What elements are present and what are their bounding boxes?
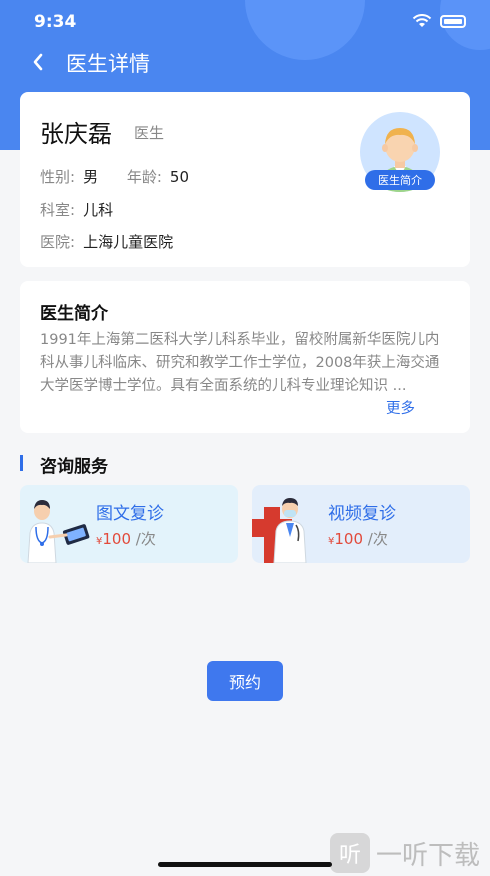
more-link[interactable]: 更多 <box>386 397 415 418</box>
service-name: 图文复诊 <box>96 504 164 524</box>
hospital-label: 医院: <box>40 233 76 251</box>
gender-label: 性别: <box>40 168 76 186</box>
doctor-intro-card: 医生简介 1991年上海第二医科大学儿科系毕业，留校附属新华医院儿内科从事儿科临… <box>20 281 470 433</box>
status-time: 9:34 <box>34 12 77 32</box>
age-value: 50 <box>169 168 190 186</box>
service-name: 视频复诊 <box>328 504 396 524</box>
service-price: ¥100 /次 <box>328 528 388 549</box>
watermark-text: 一听下载 <box>376 840 481 871</box>
intro-title: 医生简介 <box>40 304 108 324</box>
back-button[interactable] <box>24 48 52 76</box>
price-value: 100 <box>102 530 132 548</box>
intro-text: 1991年上海第二医科大学儿科系毕业，留校附属新华医院儿内科从事儿科临床、研究和… <box>40 332 440 394</box>
doctor-tablet-icon <box>27 500 90 563</box>
watermark-logo-icon: 听 <box>330 833 370 873</box>
hospital-value: 上海儿童医院 <box>83 233 174 251</box>
dept-label: 科室: <box>40 201 76 219</box>
dept-value: 儿科 <box>83 201 114 219</box>
home-indicator[interactable] <box>158 862 332 867</box>
doctor-intro-badge[interactable]: 医生简介 <box>365 170 435 190</box>
gender-value: 男 <box>83 168 99 186</box>
service-card-image-text[interactable]: 图文复诊 ¥100 /次 <box>20 485 238 563</box>
price-unit: /次 <box>367 530 388 548</box>
status-bar: 9:34 <box>0 0 490 44</box>
age-label: 年龄: <box>126 168 162 186</box>
wifi-icon <box>412 14 432 27</box>
gender-age-row: 性别: 男 年龄: 50 <box>40 166 189 187</box>
service-card-video[interactable]: 视频复诊 ¥100 /次 <box>252 485 470 563</box>
service-price: ¥100 /次 <box>96 528 156 549</box>
doctor-name: 张庆磊 <box>40 120 112 148</box>
battery-icon <box>440 14 466 28</box>
watermark: 听 一听下载 <box>330 830 480 876</box>
price-unit: /次 <box>135 530 156 548</box>
price-value: 100 <box>334 530 364 548</box>
doctor-role: 医生 <box>134 124 165 142</box>
services-title: 咨询服务 <box>40 457 108 477</box>
status-icons <box>412 14 466 28</box>
nav-bar: 医生详情 <box>0 44 490 80</box>
book-appointment-button[interactable]: 预约 <box>207 661 283 701</box>
page-title: 医生详情 <box>66 52 150 76</box>
dept-row: 科室: 儿科 <box>40 199 113 220</box>
chevron-left-icon <box>33 53 43 71</box>
doctor-info-card: 张庆磊 医生 性别: 男 年龄: 50 科室: 儿科 医院: 上海儿童医院 医生简介 <box>20 92 470 267</box>
hospital-row: 医院: 上海儿童医院 <box>40 231 173 252</box>
doctor-video-icon <box>252 498 307 563</box>
